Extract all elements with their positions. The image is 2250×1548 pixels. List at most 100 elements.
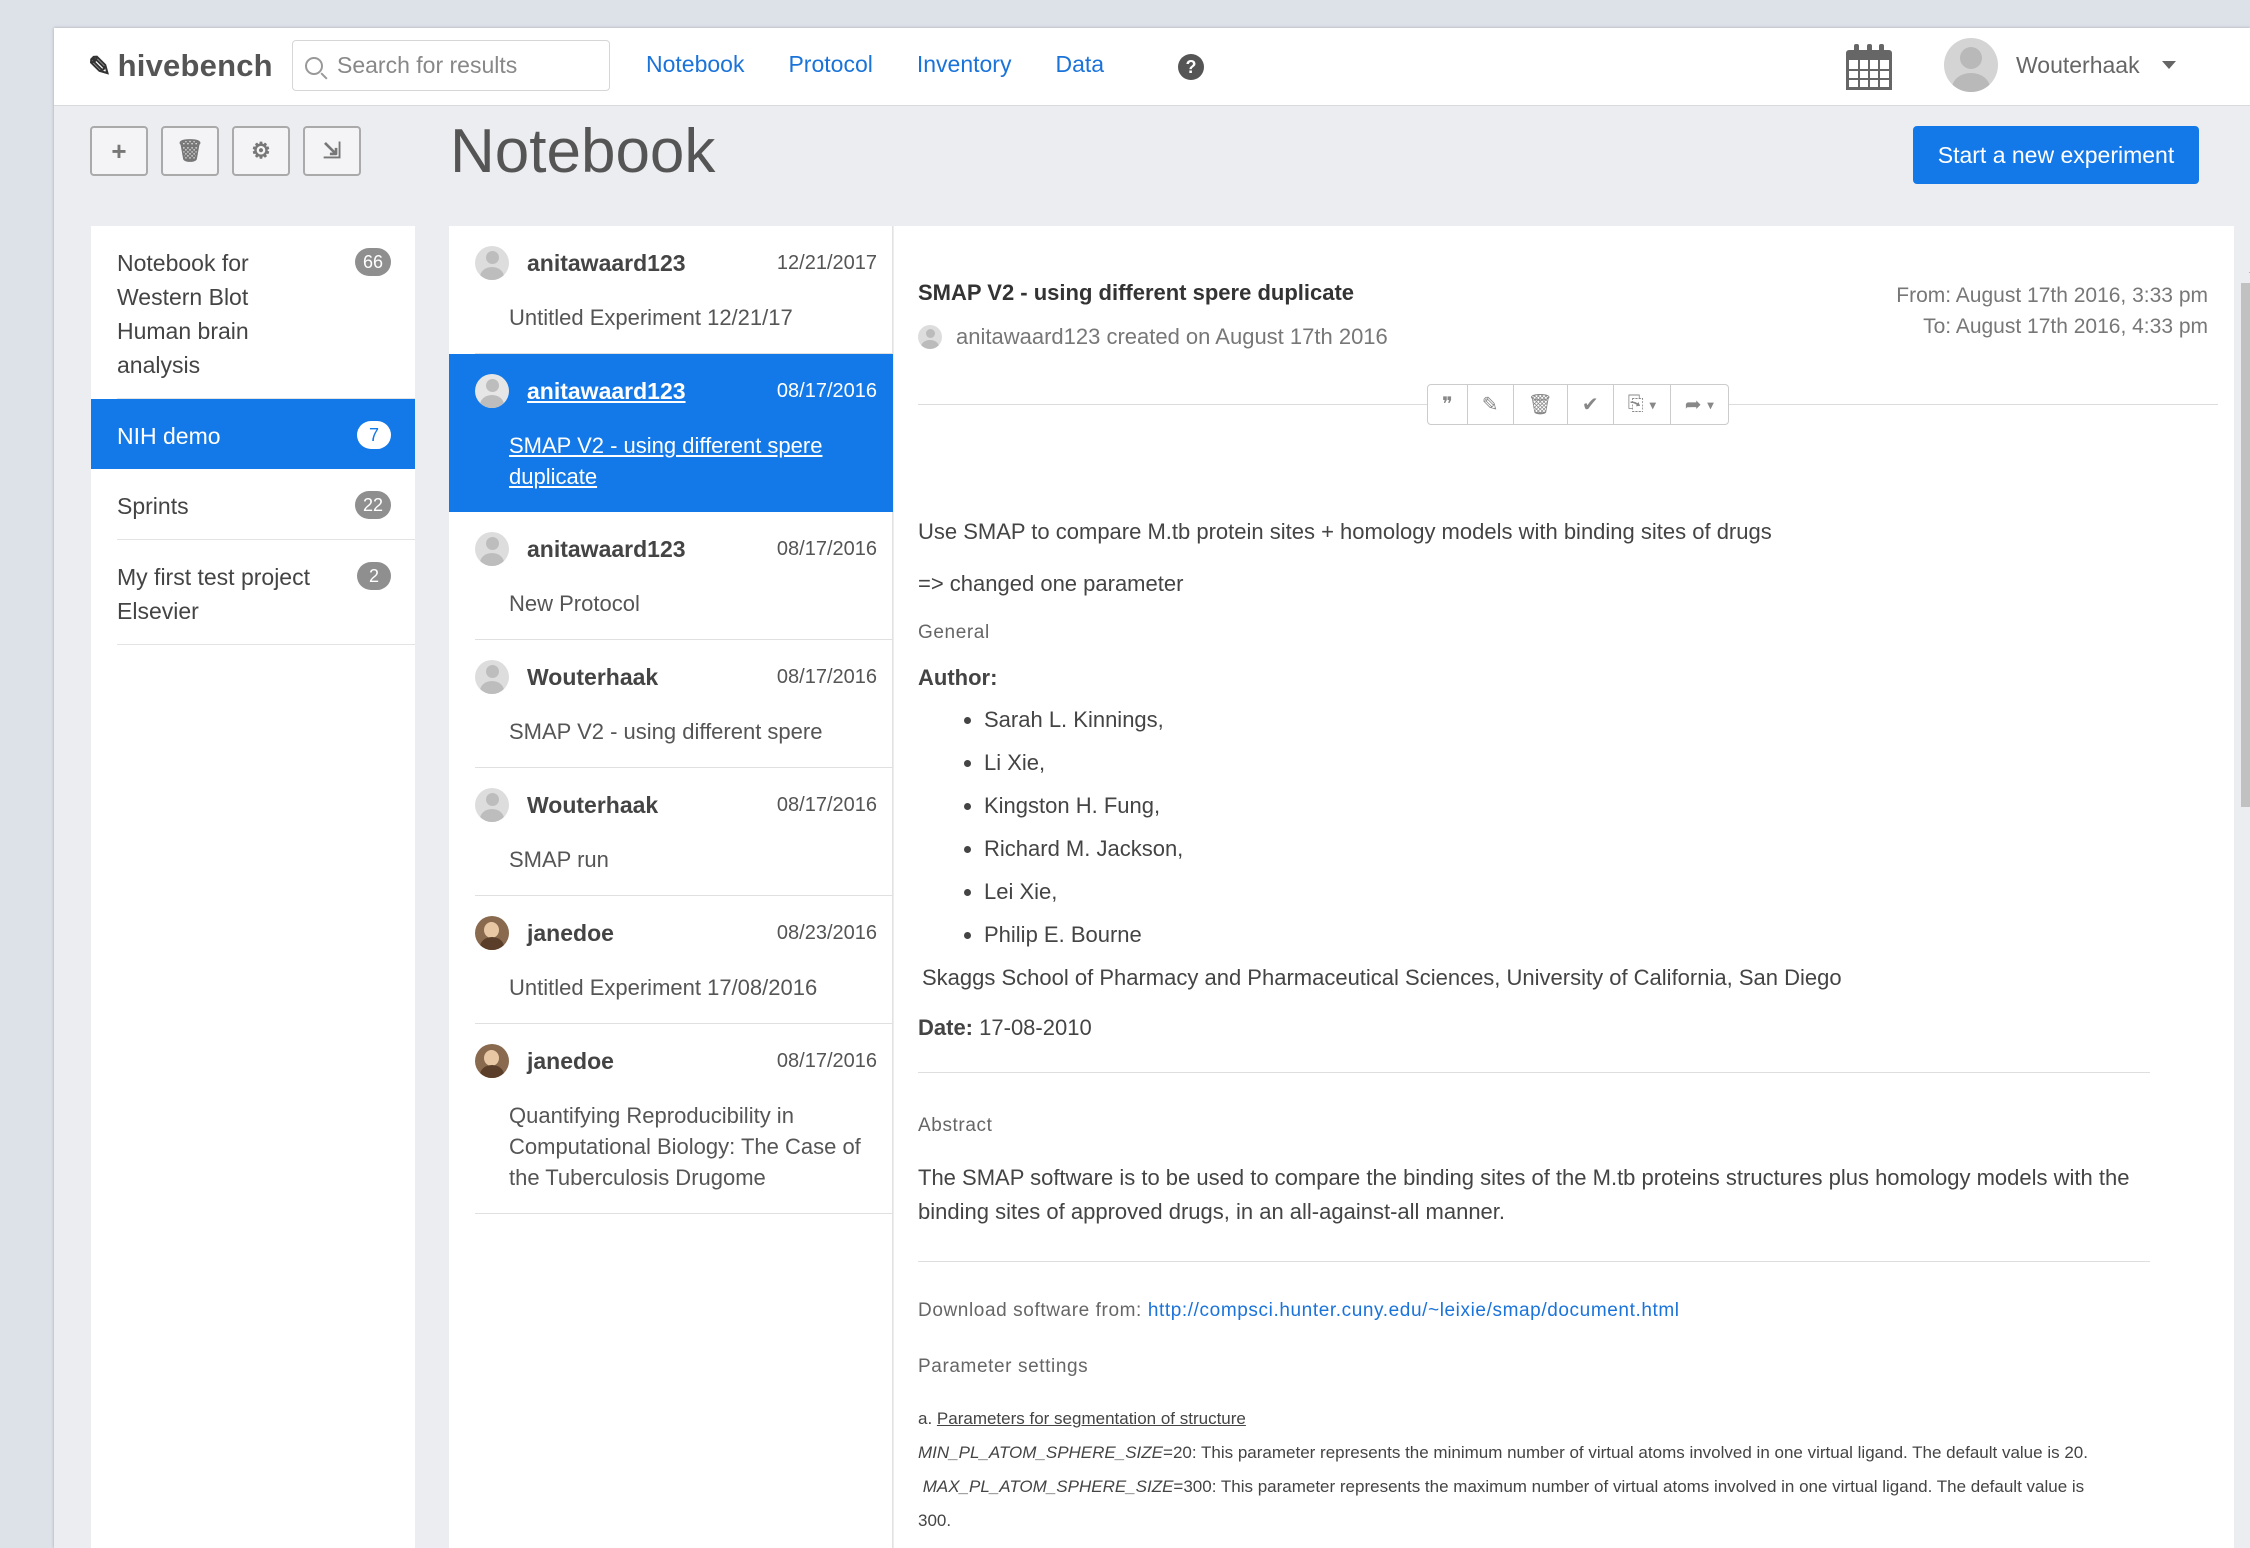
divider bbox=[918, 1072, 2150, 1073]
experiment-author: Wouterhaak bbox=[527, 663, 659, 690]
date-label: Date: bbox=[918, 1015, 974, 1040]
author-label: Author: bbox=[918, 665, 998, 690]
author-avatar bbox=[475, 916, 509, 950]
author-avatar bbox=[475, 532, 509, 566]
param-min-key: MIN_PL_ATOM_SPHERE_SIZE bbox=[918, 1443, 1164, 1462]
search-input[interactable] bbox=[337, 52, 597, 79]
trash-icon[interactable]: 🗑 bbox=[1514, 385, 1568, 424]
affiliation-text: Skaggs School of Pharmacy and Pharmaceut… bbox=[922, 965, 1842, 990]
project-item[interactable]: Sprints 22 bbox=[117, 469, 415, 540]
user-name: Wouterhaak bbox=[2016, 51, 2140, 78]
project-name: My first test project Elsevier bbox=[117, 564, 310, 624]
detail-to: To: August 17th 2016, 4:33 pm bbox=[1923, 315, 2208, 338]
experiment-date: 08/17/2016 bbox=[776, 537, 877, 560]
project-item[interactable]: Notebook for Western Blot Human brain an… bbox=[117, 226, 415, 399]
detail-action-bar: ❞ ✎ 🗑 ✔ ⎘ ▾ ➦ ▾ bbox=[1427, 384, 1729, 425]
param-a-prefix: a. bbox=[918, 1409, 937, 1428]
search-icon bbox=[305, 56, 323, 75]
detail-created: anitawaard123 created on August 17th 201… bbox=[918, 324, 1388, 350]
param-max-key: MAX_PL_ATOM_SPHERE_SIZE bbox=[922, 1477, 1174, 1496]
param-a-line: a. Parameters for segmentation of struct… bbox=[918, 1402, 2213, 1436]
share-icon: ➦ bbox=[1684, 394, 1702, 416]
experiment-date: 12/21/2017 bbox=[776, 251, 877, 274]
top-navbar: ✎ hivebench Notebook Protocol Inventory … bbox=[54, 28, 2250, 106]
copy-icon: ⎘ bbox=[1627, 393, 1644, 415]
author-item: Li Xie, bbox=[984, 741, 2213, 784]
project-name: NIH demo bbox=[117, 423, 221, 449]
section-parameters: Parameter settings bbox=[918, 1356, 1089, 1377]
nav-protocol[interactable]: Protocol bbox=[788, 51, 872, 78]
experiment-title: Untitled Experiment 17/08/2016 bbox=[509, 975, 818, 1000]
project-count-badge: 22 bbox=[354, 491, 391, 519]
author-avatar bbox=[475, 788, 509, 822]
creator-avatar bbox=[918, 325, 942, 349]
author-item: Kingston H. Fung, bbox=[984, 784, 2213, 827]
author-avatar bbox=[475, 1044, 509, 1078]
experiment-title: SMAP run bbox=[509, 847, 609, 872]
brand-logo[interactable]: ✎ hivebench bbox=[88, 48, 273, 84]
help-icon[interactable]: ? bbox=[1178, 54, 1204, 80]
calendar-icon[interactable] bbox=[1846, 42, 1892, 90]
project-count-badge: 2 bbox=[357, 562, 391, 590]
detail-created-text: anitawaard123 created on August 17th 201… bbox=[956, 324, 1388, 349]
experiment-detail: SMAP V2 - using different spere duplicat… bbox=[894, 226, 2234, 1548]
author-avatar bbox=[475, 246, 509, 280]
nav-inventory[interactable]: Inventory bbox=[917, 51, 1012, 78]
quote-icon[interactable]: ❞ bbox=[1428, 385, 1468, 424]
section-general: General bbox=[918, 622, 990, 643]
project-name: Sprints bbox=[117, 493, 189, 519]
notebook-toolbar: + 🗑 ⚙ ⇲ bbox=[90, 126, 361, 176]
settings-button[interactable]: ⚙ bbox=[232, 126, 290, 176]
section-abstract: Abstract bbox=[918, 1115, 993, 1136]
detail-body: Use SMAP to compare M.tb protein sites +… bbox=[918, 516, 2213, 1538]
experiment-author: anitawaard123 bbox=[527, 377, 686, 404]
experiment-title: New Protocol bbox=[509, 591, 640, 616]
copy-dropdown[interactable]: ⎘ ▾ bbox=[1614, 385, 1671, 424]
project-item-active[interactable]: NIH demo 7 bbox=[91, 399, 415, 469]
param-max-text: =300: This parameter represents the maxi… bbox=[1173, 1477, 2085, 1496]
experiment-author: anitawaard123 bbox=[527, 535, 686, 562]
experiment-title: Untitled Experiment 12/21/17 bbox=[509, 305, 793, 330]
experiment-item[interactable]: Wouterhaak 08/17/2016 SMAP run bbox=[475, 768, 893, 896]
detail-scrollbar[interactable] bbox=[2240, 226, 2250, 1548]
share-dropdown[interactable]: ➦ ▾ bbox=[1671, 385, 1728, 424]
author-item: Lei Xie, bbox=[984, 870, 2213, 913]
app-window: ✎ hivebench Notebook Protocol Inventory … bbox=[54, 28, 2250, 1548]
edit-icon[interactable]: ✎ bbox=[1468, 385, 1514, 424]
experiment-title: SMAP V2 - using different spere duplicat… bbox=[509, 433, 823, 489]
experiment-author: janedoe bbox=[527, 1047, 614, 1074]
experiment-author: anitawaard123 bbox=[527, 249, 686, 276]
experiment-item[interactable]: Wouterhaak 08/17/2016 SMAP V2 - using dif… bbox=[475, 640, 893, 768]
nav-data[interactable]: Data bbox=[1055, 51, 1104, 78]
project-count-badge: 7 bbox=[357, 421, 391, 449]
scrollbar-thumb[interactable] bbox=[2241, 283, 2250, 807]
download-link[interactable]: http://compsci.hunter.cuny.edu/~leixie/s… bbox=[1148, 1300, 1680, 1321]
experiment-item[interactable]: anitawaard123 08/17/2016 New Protocol bbox=[475, 512, 893, 640]
author-avatar bbox=[475, 374, 509, 408]
user-menu[interactable]: Wouterhaak bbox=[1944, 38, 2176, 92]
chevron-down-icon: ▾ bbox=[1707, 397, 1714, 412]
chevron-down-icon bbox=[2161, 61, 2176, 69]
author-item: Sarah L. Kinnings, bbox=[984, 698, 2213, 741]
param-min-line: MIN_PL_ATOM_SPHERE_SIZE=20: This paramet… bbox=[918, 1436, 2213, 1470]
add-button[interactable]: + bbox=[90, 126, 148, 176]
param-max-tail: 300. bbox=[918, 1511, 952, 1530]
search-box[interactable] bbox=[292, 40, 610, 91]
export-button[interactable]: ⇲ bbox=[303, 126, 361, 176]
experiment-item[interactable]: anitawaard123 12/21/2017 Untitled Experim… bbox=[475, 226, 893, 354]
check-icon[interactable]: ✔ bbox=[1568, 385, 1614, 424]
project-item[interactable]: My first test project Elsevier 2 bbox=[117, 540, 415, 645]
chevron-down-icon: ▾ bbox=[1649, 397, 1656, 412]
experiment-list: anitawaard123 12/21/2017 Untitled Experim… bbox=[449, 226, 893, 1548]
date-value: 17-08-2010 bbox=[979, 1015, 1092, 1040]
experiment-item-active[interactable]: anitawaard123 08/17/2016 SMAP V2 - using … bbox=[449, 354, 893, 512]
start-experiment-button[interactable]: Start a new experiment bbox=[1913, 126, 2199, 184]
trash-button[interactable]: 🗑 bbox=[161, 126, 219, 176]
detail-dates: From: August 17th 2016, 3:33 pm To: Augu… bbox=[1896, 280, 2208, 342]
pencil-icon: ✎ bbox=[88, 50, 112, 82]
nav-notebook[interactable]: Notebook bbox=[646, 51, 744, 78]
experiment-item[interactable]: janedoe 08/17/2016 Quantifying Reproducib… bbox=[475, 1024, 893, 1214]
experiment-item[interactable]: janedoe 08/23/2016 Untitled Experiment 17… bbox=[475, 896, 893, 1024]
experiment-author: janedoe bbox=[527, 919, 614, 946]
changed-text: => changed one parameter bbox=[918, 571, 1184, 596]
